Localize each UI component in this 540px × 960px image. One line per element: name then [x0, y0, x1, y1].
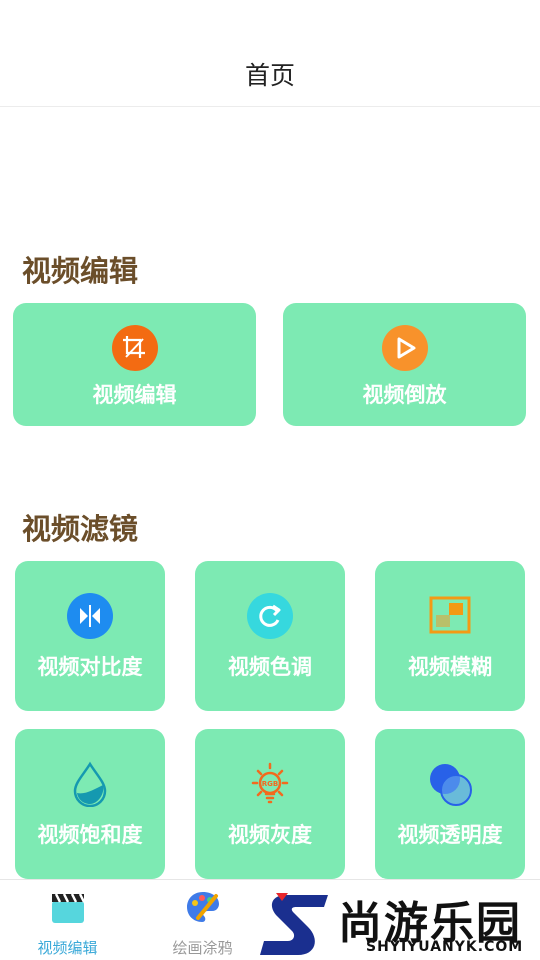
page-title: 首页 [244, 61, 295, 90]
card-video-edit[interactable]: 视频编辑 [13, 303, 256, 426]
card-video-contrast[interactable]: 视频对比度 [15, 561, 165, 711]
watermark-logo: 尚游乐园 SHYIYUANYK.COM [258, 887, 540, 960]
clapper-icon [51, 893, 85, 923]
card-video-saturation[interactable]: 视频饱和度 [15, 729, 165, 879]
tab-painting[interactable]: 绘画涂鸦 [135, 880, 270, 960]
card-label: 视频灰度 [228, 823, 312, 847]
card-video-reverse[interactable]: 视频倒放 [283, 303, 526, 426]
drop-icon [73, 761, 107, 807]
contrast-icon [67, 593, 113, 639]
section-title-edit: 视频编辑 [22, 254, 139, 288]
palette-icon [186, 892, 219, 922]
svg-text:RGB: RGB [262, 780, 278, 788]
card-label: 视频透明度 [397, 823, 503, 847]
card-label: 视频模糊 [408, 655, 492, 679]
card-label: 视频色调 [228, 655, 312, 679]
card-video-opacity[interactable]: 视频透明度 [375, 729, 525, 879]
crop-icon [111, 325, 158, 371]
watermark-subtext: SHYIYUANYK.COM [366, 939, 524, 955]
refresh-icon [247, 593, 293, 639]
circles-icon [430, 764, 472, 806]
tab-video-edit[interactable]: 视频编辑 [0, 880, 135, 960]
card-video-hue[interactable]: 视频色调 [195, 561, 345, 711]
watermark-s-icon [260, 893, 328, 955]
tab-label: 绘画涂鸦 [172, 939, 233, 957]
card-label: 视频编辑 [92, 383, 177, 407]
blur-icon [429, 596, 471, 634]
tab-label: 视频编辑 [37, 939, 98, 957]
card-label: 视频倒放 [362, 383, 447, 407]
card-video-blur[interactable]: 视频模糊 [375, 561, 525, 711]
card-label: 视频对比度 [37, 655, 143, 679]
header: 首页 [0, 0, 540, 107]
section-title-filter: 视频滤镜 [22, 512, 139, 546]
bulb-rgb-icon: RGB [251, 762, 289, 804]
play-icon [381, 325, 428, 371]
card-video-grayscale[interactable]: RGB 视频灰度 [195, 729, 345, 879]
card-label: 视频饱和度 [37, 823, 143, 847]
